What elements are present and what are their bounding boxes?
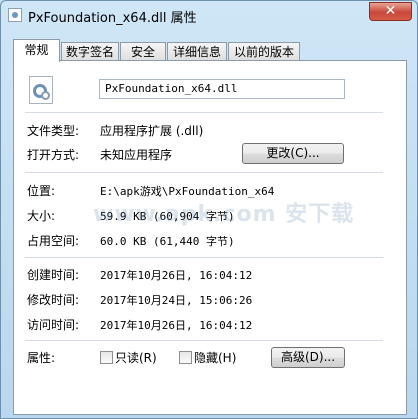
file-type-label: 文件类型: (27, 124, 80, 138)
size-label: 大小: (27, 209, 56, 223)
created-value: 2017年10月26日, 16:04:12 (100, 269, 253, 282)
hidden-checkbox[interactable] (179, 351, 192, 364)
separator (25, 112, 383, 113)
tab-details[interactable]: 详细信息 (167, 42, 227, 61)
hidden-label[interactable]: 隐藏(H) (194, 349, 236, 366)
tab-general[interactable]: 常规 (13, 39, 60, 62)
close-button[interactable]: ✕ (369, 2, 412, 21)
opens-with-label: 打开方式: (27, 148, 80, 162)
window-title: PxFoundation_x64.dll 属性 (28, 11, 197, 26)
close-icon: ✕ (384, 3, 397, 19)
size-on-disk-label: 占用空间: (27, 234, 80, 248)
opens-with-value: 未知应用程序 (100, 148, 173, 162)
created-label: 创建时间: (27, 268, 80, 282)
file-type-value: 应用程序扩展 (.dll) (100, 124, 204, 138)
separator (25, 172, 383, 173)
location-label: 位置: (27, 184, 56, 198)
tab-digital-signatures[interactable]: 数字签名 (61, 42, 119, 61)
tab-security[interactable]: 安全 (120, 42, 166, 61)
readonly-label[interactable]: 只读(R) (115, 349, 157, 366)
properties-window: PxFoundation_x64.dll 属性 ✕ 常规 数字签名 安全 详细信… (0, 0, 418, 419)
title-bar[interactable]: PxFoundation_x64.dll 属性 ✕ (1, 1, 417, 31)
modified-label: 修改时间: (27, 293, 80, 307)
readonly-checkbox[interactable] (100, 351, 113, 364)
attributes-label: 属性: (27, 351, 56, 365)
size-on-disk-value: 60.0 KB (61,440 字节) (100, 235, 235, 248)
accessed-value: 2017年10月26日, 16:04:12 (100, 319, 253, 332)
accessed-label: 访问时间: (27, 318, 80, 332)
file-name-field[interactable]: PxFoundation_x64.dll (99, 79, 345, 99)
advanced-button[interactable]: 高级(D)... (271, 347, 345, 368)
app-icon (8, 8, 22, 22)
separator (25, 257, 383, 258)
size-value: 59.9 KB (60,904 字节) (100, 210, 235, 223)
separator (25, 340, 383, 341)
dll-file-icon (29, 76, 53, 104)
tab-previous-versions[interactable]: 以前的版本 (228, 42, 300, 61)
change-button[interactable]: 更改(C)... (242, 143, 344, 164)
modified-value: 2017年10月24日, 15:06:26 (100, 294, 253, 307)
location-value: E:\apk游戏\PxFoundation_x64 (100, 185, 275, 198)
